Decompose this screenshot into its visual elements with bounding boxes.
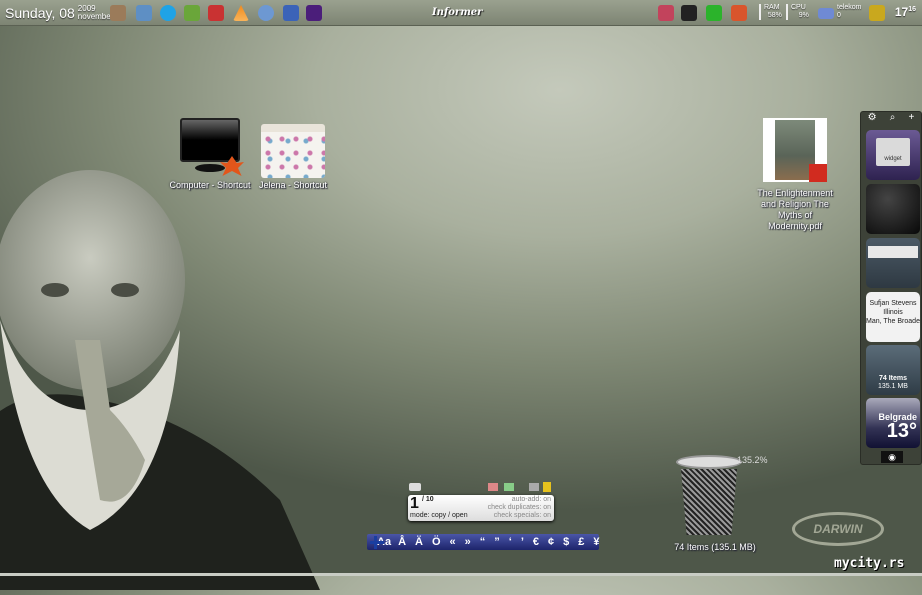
widget-label: widget bbox=[876, 138, 910, 166]
darwin-wallpaper-portrait bbox=[0, 170, 320, 590]
folder-icon bbox=[261, 124, 325, 178]
contacts-icon[interactable] bbox=[110, 5, 126, 21]
clip-auto-add[interactable]: auto-add: on bbox=[488, 496, 551, 504]
ram-meter[interactable]: RAM 58% bbox=[759, 4, 782, 20]
utorrent-icon[interactable] bbox=[706, 5, 722, 21]
ram-value: 58% bbox=[767, 12, 782, 19]
mail-status[interactable]: telekom 0 bbox=[837, 4, 862, 20]
desktop-icon-label: Jelena - Shortcut bbox=[258, 180, 328, 190]
pdf-thumbnail-icon bbox=[763, 118, 827, 182]
camera-app-icon[interactable] bbox=[208, 5, 224, 21]
clip-count: 1 bbox=[410, 495, 419, 512]
char-button[interactable]: Å bbox=[398, 536, 406, 548]
sidebar-settings-icon[interactable]: ◉ bbox=[881, 451, 903, 463]
clock: 1716 bbox=[895, 5, 916, 19]
char-button[interactable]: ‘ bbox=[509, 536, 512, 548]
desktop-icon-computer[interactable]: Computer - Shortcut bbox=[165, 118, 255, 191]
gadget-now-playing[interactable]: Sufjan Stevens Illinois Man, The Broadest bbox=[866, 292, 920, 342]
camera-icon[interactable] bbox=[681, 5, 697, 21]
char-button[interactable]: ¢ bbox=[548, 536, 554, 548]
desktop-icon-jelena[interactable]: Jelena - Shortcut bbox=[248, 118, 338, 191]
gadget-weather[interactable]: Belgrade 13° bbox=[866, 398, 920, 448]
word-icon[interactable] bbox=[283, 5, 299, 21]
date-day: Sunday, 08 bbox=[5, 4, 75, 21]
recycle-bin-label: 74 Items (135.1 MB) bbox=[674, 542, 756, 552]
date-year-month: 2009 november bbox=[77, 4, 114, 21]
char-button[interactable]: ” bbox=[494, 536, 500, 548]
site-watermark: mycity.rs bbox=[834, 556, 905, 571]
skype-icon[interactable] bbox=[160, 5, 176, 21]
music-artist: Sufjan Stevens bbox=[869, 300, 917, 307]
gear-icon[interactable]: ⚙ bbox=[868, 112, 877, 126]
desktop-icon-label: The Enlightenment and Religion The Myths… bbox=[757, 188, 833, 231]
darwin-fish-logo: DARWIN bbox=[792, 512, 884, 546]
recycle-bin-icon[interactable] bbox=[676, 455, 742, 537]
monitor-icon bbox=[180, 118, 244, 180]
bin-items: 74 Items bbox=[878, 375, 908, 382]
char-button[interactable]: « bbox=[450, 536, 456, 548]
mail-count: 0 bbox=[837, 12, 841, 19]
clock-minute: 16 bbox=[908, 6, 916, 13]
music-album: Illinois bbox=[883, 309, 903, 316]
vlc-icon[interactable] bbox=[233, 5, 249, 21]
winrar-icon[interactable] bbox=[306, 5, 322, 21]
ram-label: RAM bbox=[764, 4, 780, 11]
itunes-icon[interactable] bbox=[258, 5, 274, 21]
pin-icon[interactable] bbox=[543, 482, 551, 492]
clock-hour: 17 bbox=[894, 5, 909, 19]
clip-total: / 10 bbox=[422, 496, 434, 503]
search-icon[interactable]: ⌕ bbox=[890, 112, 896, 126]
clear-icon[interactable] bbox=[488, 483, 498, 491]
char-button[interactable]: £ bbox=[578, 536, 584, 548]
explorer-icon[interactable] bbox=[136, 5, 152, 21]
cpu-meter[interactable]: CPU 9% bbox=[786, 4, 809, 20]
char-button[interactable]: Ö bbox=[432, 536, 441, 548]
recycle-bin-percent: 135.2% bbox=[737, 455, 768, 465]
bookmark-icon[interactable] bbox=[658, 5, 674, 21]
music-track: Man, The Broadest bbox=[866, 318, 920, 325]
firewall-icon[interactable] bbox=[731, 5, 747, 21]
clipboard-icon[interactable] bbox=[409, 483, 421, 491]
char-button[interactable]: ¥ bbox=[593, 536, 599, 548]
date-month: november bbox=[77, 11, 114, 21]
settings-icon[interactable] bbox=[529, 483, 539, 491]
cpu-value: 9% bbox=[798, 12, 809, 19]
clipboard-widget[interactable]: 1 / 10 mode: copy / open auto-add: on che… bbox=[408, 495, 554, 521]
desktop-icon-label: Computer - Shortcut bbox=[169, 180, 251, 190]
character-bar: Aa Å Ä Ö «» “” ‘’ € ¢ $ £ ¥ bbox=[367, 534, 600, 550]
notepad-icon[interactable] bbox=[184, 5, 200, 21]
radio-icon[interactable] bbox=[869, 5, 885, 21]
char-button[interactable]: » bbox=[465, 536, 471, 548]
sidebar-gadgets: ⚙ ⌕ + widget Sufjan Stevens Illinois Man, Th… bbox=[860, 111, 922, 465]
desktop-icon-pdf[interactable]: The Enlightenment and Religion The Myths… bbox=[752, 118, 838, 232]
cpu-label: CPU bbox=[791, 4, 806, 11]
gadget-speedometer[interactable] bbox=[866, 184, 920, 234]
informer-title: Informer bbox=[432, 7, 483, 18]
mail-label: telekom bbox=[837, 4, 862, 11]
clip-mode: mode: copy / open bbox=[410, 512, 468, 519]
char-button[interactable]: Ä bbox=[415, 536, 423, 548]
bin-size: 135.1 MB bbox=[878, 383, 908, 390]
gadget-clipboard-preview[interactable] bbox=[866, 238, 920, 288]
char-button[interactable]: “ bbox=[480, 536, 486, 548]
char-button[interactable]: ’ bbox=[521, 536, 524, 548]
gadget-recycle-bin[interactable]: 74 Items 135.1 MB bbox=[866, 345, 920, 395]
add-icon[interactable] bbox=[504, 483, 514, 491]
mail-icon[interactable] bbox=[818, 8, 834, 19]
char-button[interactable]: € bbox=[533, 536, 539, 548]
gadget-widget[interactable]: widget bbox=[866, 130, 920, 180]
informer-top-bar: Sunday, 08 2009 november Informer RAM 58%… bbox=[0, 0, 922, 26]
clip-check-duplicates[interactable]: check duplicates: on bbox=[488, 504, 551, 512]
weather-temp: 13° bbox=[886, 420, 917, 442]
add-gadget-icon[interactable]: + bbox=[909, 112, 915, 126]
clip-check-specials[interactable]: check specials: on bbox=[488, 512, 551, 520]
char-button[interactable]: $ bbox=[563, 536, 569, 548]
